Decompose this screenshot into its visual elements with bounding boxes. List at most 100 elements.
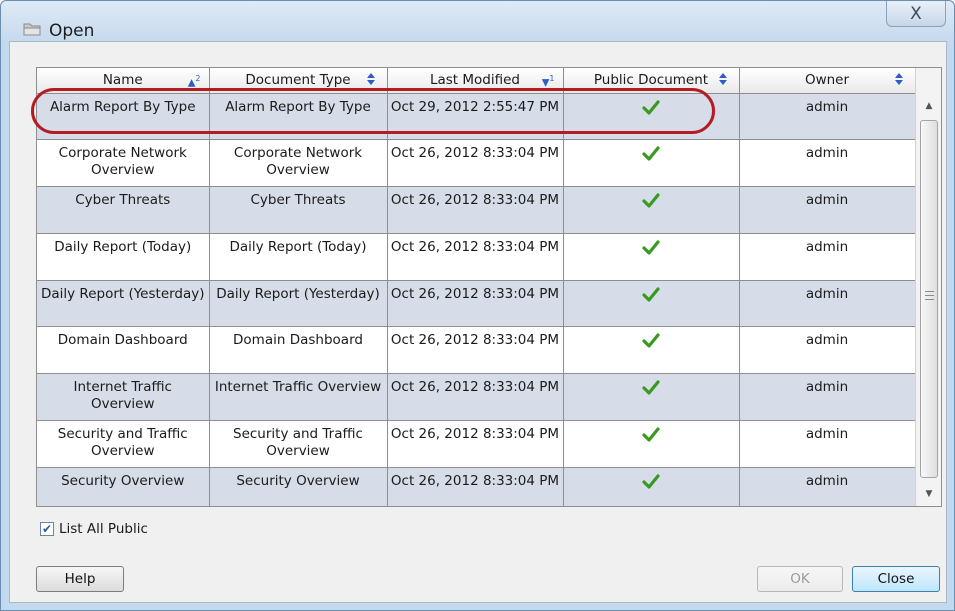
table-cell bbox=[563, 373, 740, 422]
table-cell: admin bbox=[739, 233, 916, 281]
table-cell: Alarm Report By Type bbox=[209, 93, 388, 141]
scroll-down-button[interactable]: ▼ bbox=[916, 482, 941, 506]
table-cell bbox=[563, 186, 740, 234]
sort-unsorted-icon bbox=[366, 73, 375, 85]
table-row[interactable]: Daily Report (Today) Daily Report (Today)… bbox=[37, 233, 916, 281]
list-all-public-label: List All Public bbox=[59, 521, 148, 537]
table-cell: Oct 26, 2012 8:33:04 PM bbox=[387, 280, 564, 328]
table-cell: Oct 26, 2012 8:33:04 PM bbox=[387, 186, 564, 234]
checkmark-icon bbox=[642, 146, 660, 161]
table-cell: Corporate Network Overview bbox=[209, 139, 388, 188]
table-cell: Cyber Threats bbox=[209, 186, 388, 234]
table-cell: Domain Dashboard bbox=[209, 326, 388, 375]
column-header-2[interactable]: Document Type bbox=[209, 68, 388, 94]
checkmark-icon bbox=[642, 380, 660, 395]
sort-rank: 1 bbox=[549, 74, 555, 83]
column-header-label: Document Type bbox=[245, 72, 351, 89]
table-cell: admin bbox=[739, 93, 916, 141]
column-header-5[interactable]: Owner bbox=[739, 68, 916, 94]
sort-rank: 2 bbox=[195, 74, 201, 83]
table-cell bbox=[563, 326, 740, 375]
table-cell: Oct 26, 2012 8:33:04 PM bbox=[387, 420, 564, 468]
dialog-title: Open bbox=[49, 21, 95, 41]
table-row[interactable]: Security and Traffic Overview Security an… bbox=[37, 420, 916, 468]
help-button[interactable]: Help bbox=[36, 566, 124, 592]
table-cell: Security Overview bbox=[209, 467, 388, 506]
checkmark-icon bbox=[642, 240, 660, 255]
column-header-4[interactable]: Public Document bbox=[563, 68, 740, 94]
close-window-button[interactable]: X bbox=[886, 1, 946, 27]
table-cell: admin bbox=[739, 186, 916, 234]
checkmark-icon bbox=[642, 193, 660, 208]
checkmark-icon bbox=[642, 474, 660, 489]
list-all-public-checkbox[interactable]: ✔ bbox=[40, 522, 54, 536]
sort-ascending-icon: ▲2 bbox=[187, 74, 201, 89]
sort-unsorted-icon bbox=[718, 73, 727, 85]
checkmark-icon bbox=[642, 333, 660, 349]
table-row[interactable]: Corporate Network Overview Corporate Netw… bbox=[37, 139, 916, 188]
table-cell bbox=[563, 139, 740, 188]
table-cell: Daily Report (Today) bbox=[37, 233, 210, 281]
checkmark-icon bbox=[642, 287, 660, 302]
table-cell: Corporate Network Overview bbox=[37, 139, 210, 188]
checkmark-icon: ✔ bbox=[41, 522, 53, 536]
sort-unsorted-icon bbox=[894, 73, 903, 85]
table-cell: Internet Traffic Overview bbox=[209, 373, 388, 422]
table-cell: Oct 26, 2012 8:33:04 PM bbox=[387, 326, 564, 375]
table-header: Name ▲2 Document Type Last Modified ▼1 Public… bbox=[37, 68, 916, 94]
table-cell: Oct 26, 2012 8:33:04 PM bbox=[387, 373, 564, 422]
table-row[interactable]: Internet Traffic Overview Internet Traffi… bbox=[37, 373, 916, 422]
table-cell: admin bbox=[739, 280, 916, 328]
table-cell: Security and Traffic Overview bbox=[37, 420, 210, 468]
arrow-up-icon: ▲ bbox=[925, 101, 933, 111]
table-cell: Daily Report (Today) bbox=[209, 233, 388, 281]
table-cell: admin bbox=[739, 326, 916, 375]
table-cell: Oct 26, 2012 8:33:04 PM bbox=[387, 139, 564, 188]
table-cell: Oct 29, 2012 2:55:47 PM bbox=[387, 93, 564, 141]
ok-button[interactable]: OK bbox=[757, 566, 843, 592]
table-row[interactable]: Cyber Threats Cyber Threats Oct 26, 2012 8… bbox=[37, 186, 916, 234]
title-bar[interactable]: Open X bbox=[1, 1, 954, 41]
table-cell: Domain Dashboard bbox=[37, 326, 210, 375]
table-cell: admin bbox=[739, 467, 916, 506]
vertical-scrollbar[interactable]: ▲ ▼ bbox=[915, 68, 941, 506]
table-cell: Cyber Threats bbox=[37, 186, 210, 234]
open-folder-icon bbox=[23, 23, 41, 36]
table-cell bbox=[563, 467, 740, 506]
column-header-3[interactable]: Last Modified ▼1 bbox=[387, 68, 564, 94]
close-icon: X bbox=[910, 3, 922, 24]
grip-icon bbox=[925, 291, 934, 300]
scrollbar-thumb[interactable] bbox=[920, 120, 938, 478]
open-dialog: Open X Name ▲2 Document Type Last Modified ▼… bbox=[0, 0, 955, 611]
checkmark-icon bbox=[642, 99, 660, 115]
checkmark-icon bbox=[642, 427, 660, 442]
table-cell: admin bbox=[739, 139, 916, 188]
table-cell: Alarm Report By Type bbox=[37, 93, 210, 141]
table-cell: Daily Report (Yesterday) bbox=[37, 280, 210, 328]
table-row[interactable]: Daily Report (Yesterday) Daily Report (Ye… bbox=[37, 280, 916, 328]
scroll-up-button[interactable]: ▲ bbox=[916, 94, 941, 118]
column-header-label: Owner bbox=[804, 72, 850, 89]
table-row[interactable]: Domain Dashboard Domain Dashboard Oct 26, … bbox=[37, 326, 916, 375]
table-body: Alarm Report By Type Alarm Report By Type… bbox=[37, 93, 916, 506]
column-header-label: Name bbox=[102, 72, 143, 89]
dialog-body: Name ▲2 Document Type Last Modified ▼1 Public… bbox=[9, 41, 947, 603]
column-header-label: Last Modified bbox=[429, 72, 521, 89]
arrow-down-icon: ▼ bbox=[925, 489, 933, 499]
table-cell bbox=[563, 93, 740, 141]
table-cell: Internet Traffic Overview bbox=[37, 373, 210, 422]
table-cell: admin bbox=[739, 373, 916, 422]
column-header-label: Public Document bbox=[593, 72, 709, 89]
table-row[interactable]: Security Overview Security Overview Oct 26… bbox=[37, 467, 916, 506]
list-all-public-option[interactable]: ✔ List All Public bbox=[40, 519, 148, 539]
sort-descending-icon: ▼1 bbox=[541, 74, 555, 89]
table-row[interactable]: Alarm Report By Type Alarm Report By Type… bbox=[37, 93, 916, 141]
column-header-1[interactable]: Name ▲2 bbox=[37, 68, 210, 94]
table-cell: Security Overview bbox=[37, 467, 210, 506]
table-cell: Daily Report (Yesterday) bbox=[209, 280, 388, 328]
table-cell bbox=[563, 233, 740, 281]
table-cell: Security and Traffic Overview bbox=[209, 420, 388, 468]
table-cell: admin bbox=[739, 420, 916, 468]
close-button[interactable]: Close bbox=[852, 566, 940, 592]
table-cell bbox=[563, 420, 740, 468]
